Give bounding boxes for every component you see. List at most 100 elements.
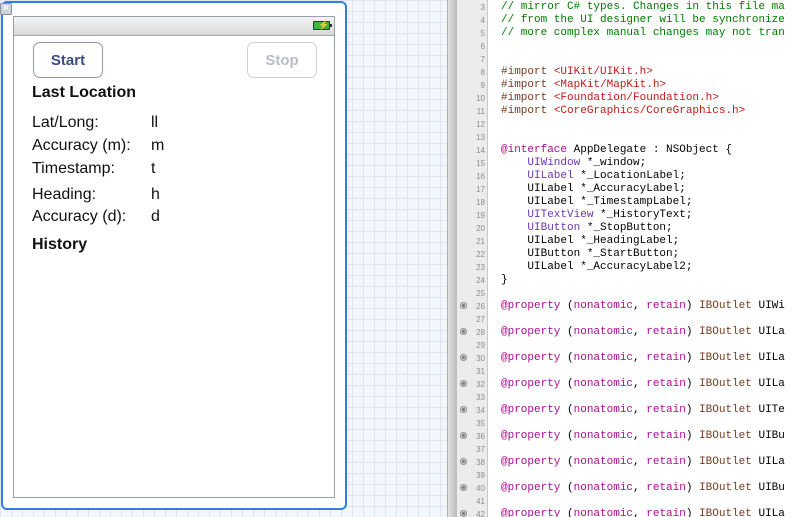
line-number: 41 — [476, 497, 485, 506]
start-button[interactable]: Start — [33, 42, 103, 78]
code-line[interactable]: 30 @property (nonatomic, retain) IBOutlet… — [457, 352, 802, 365]
code-line[interactable]: 7 — [457, 53, 802, 66]
heading-value-label[interactable]: h — [151, 186, 160, 204]
code-token: UIWi — [751, 300, 785, 312]
accuracy-m-value-label[interactable]: m — [151, 137, 164, 155]
code-line[interactable]: 41 — [457, 495, 802, 508]
latlong-label[interactable]: Lat/Long: — [32, 114, 99, 132]
code-editor[interactable]: 3 // mirror C# types. Changes in this fil… — [457, 0, 802, 517]
code-line[interactable]: 36 @property (nonatomic, retain) IBOutlet… — [457, 430, 802, 443]
code-line[interactable]: 21 UILabel *_HeadingLabel; — [457, 235, 802, 248]
code-token: } — [501, 274, 508, 286]
code-line[interactable]: 19 UITextView *_HistoryText; — [457, 209, 802, 222]
accuracy-d-value-label[interactable]: d — [151, 208, 160, 226]
code-token: , — [633, 352, 647, 364]
code-token: @property — [501, 300, 561, 312]
line-number: 24 — [476, 276, 485, 285]
line-number: 19 — [476, 211, 485, 220]
latlong-value-label[interactable]: ll — [151, 114, 158, 132]
history-heading[interactable]: History — [32, 236, 87, 254]
line-number: 10 — [476, 94, 485, 103]
code-token: ) — [685, 326, 700, 338]
code-line[interactable]: 40 @property (nonatomic, retain) IBOutlet… — [457, 482, 802, 495]
code-token: , — [633, 456, 647, 468]
accuracy-m-label[interactable]: Accuracy (m): — [32, 137, 131, 155]
code-line[interactable]: 39 — [457, 469, 802, 482]
code-line[interactable]: 20 UIButton *_StopButton; — [457, 222, 802, 235]
code-line[interactable]: 6 — [457, 40, 802, 53]
code-token: UILa — [751, 326, 785, 338]
code-line[interactable]: 28 @property (nonatomic, retain) IBOutlet… — [457, 326, 802, 339]
code-token: UILa — [751, 378, 785, 390]
code-text: @property (nonatomic, retain) IBOutlet U… — [501, 378, 785, 391]
code-line[interactable]: 23 UILabel *_AccuracyLabel2; — [457, 261, 802, 274]
code-token: retain — [646, 430, 686, 442]
code-token: @property — [501, 482, 561, 494]
code-token: nonatomic — [573, 404, 634, 416]
heading-label[interactable]: Heading: — [32, 186, 96, 204]
line-number: 28 — [476, 328, 485, 337]
code-line[interactable]: 12 — [457, 118, 802, 131]
line-number: 13 — [476, 133, 485, 142]
code-line[interactable]: 8 #import <UIKit/UIKit.h> — [457, 66, 802, 79]
code-line[interactable]: 34 @property (nonatomic, retain) IBOutlet… — [457, 404, 802, 417]
line-number: 25 — [476, 289, 485, 298]
code-token: , — [633, 508, 647, 517]
ib-design-canvas[interactable]: × ⚡ Start Stop Last Location Lat/Long: l… — [0, 0, 447, 517]
code-line[interactable]: 24} — [457, 274, 802, 287]
code-line[interactable]: 42 @property (nonatomic, retain) IBOutlet… — [457, 508, 802, 517]
code-line[interactable]: 14 @interface AppDelegate : NSObject { — [457, 144, 802, 157]
code-line[interactable]: 35 — [457, 417, 802, 430]
code-line[interactable]: 9 #import <MapKit/MapKit.h> — [457, 79, 802, 92]
code-line[interactable]: 32 @property (nonatomic, retain) IBOutlet… — [457, 378, 802, 391]
code-line[interactable]: 5 // more complex manual changes may not … — [457, 27, 802, 40]
code-line[interactable]: 25 — [457, 287, 802, 300]
code-token: nonatomic — [573, 430, 634, 442]
code-line[interactable]: 3 // mirror C# types. Changes in this fil… — [457, 1, 802, 14]
line-number: 29 — [476, 341, 485, 350]
code-line[interactable]: 33 — [457, 391, 802, 404]
code-text: #import <MapKit/MapKit.h> — [501, 79, 666, 92]
code-line[interactable]: 15 UIWindow *_window; — [457, 157, 802, 170]
code-token: ( — [560, 326, 574, 338]
code-text: UIButton *_StopButton; — [501, 222, 672, 235]
code-token: nonatomic — [573, 326, 634, 338]
stop-button[interactable]: Stop — [247, 42, 317, 78]
code-line[interactable]: 22 UIButton *_StartButton; — [457, 248, 802, 261]
code-line[interactable]: 27 — [457, 313, 802, 326]
code-line[interactable]: 31 — [457, 365, 802, 378]
code-line[interactable]: 11 #import <CoreGraphics/CoreGraphics.h> — [457, 105, 802, 118]
timestamp-value-label[interactable]: t — [151, 160, 155, 178]
code-line[interactable]: 4 // from the UI designer will be synchro… — [457, 14, 802, 27]
code-line[interactable]: 10 #import <Foundation/Foundation.h> — [457, 92, 802, 105]
code-token: UIWindow — [527, 157, 581, 169]
iphone-view[interactable]: ⚡ Start Stop Last Location Lat/Long: ll … — [13, 16, 335, 498]
line-number: 30 — [476, 354, 485, 363]
timestamp-label[interactable]: Timestamp: — [32, 160, 115, 178]
close-icon[interactable]: × — [0, 3, 12, 15]
line-number: 32 — [476, 380, 485, 389]
code-line[interactable]: 29 — [457, 339, 802, 352]
code-line[interactable]: 37 — [457, 443, 802, 456]
line-number: 34 — [476, 406, 485, 415]
code-token: #import — [501, 105, 554, 117]
code-line[interactable]: 13 — [457, 131, 802, 144]
code-line[interactable]: 18 UILabel *_TimestampLabel; — [457, 196, 802, 209]
code-token: *_window; — [580, 157, 647, 169]
code-token: #import — [501, 92, 554, 104]
code-token: *_HistoryText; — [593, 209, 693, 221]
line-number: 37 — [476, 445, 485, 454]
code-token: @property — [501, 430, 561, 442]
code-line[interactable]: 16 UILabel *_LocationLabel; — [457, 170, 802, 183]
code-line[interactable]: 38 @property (nonatomic, retain) IBOutlet… — [457, 456, 802, 469]
code-line[interactable]: 17 UILabel *_AccuracyLabel; — [457, 183, 802, 196]
charging-bolt-icon: ⚡ — [318, 20, 330, 30]
last-location-heading[interactable]: Last Location — [32, 84, 136, 102]
split-view-divider[interactable] — [447, 0, 457, 517]
battery-icon: ⚡ — [313, 20, 332, 30]
accuracy-d-label[interactable]: Accuracy (d): — [32, 208, 126, 226]
code-token: IBOutlet — [699, 456, 752, 468]
code-line[interactable]: 26 @property (nonatomic, retain) IBOutlet… — [457, 300, 802, 313]
code-token: UITe — [751, 404, 785, 416]
code-token: <UIKit/UIKit.h> — [553, 66, 653, 78]
